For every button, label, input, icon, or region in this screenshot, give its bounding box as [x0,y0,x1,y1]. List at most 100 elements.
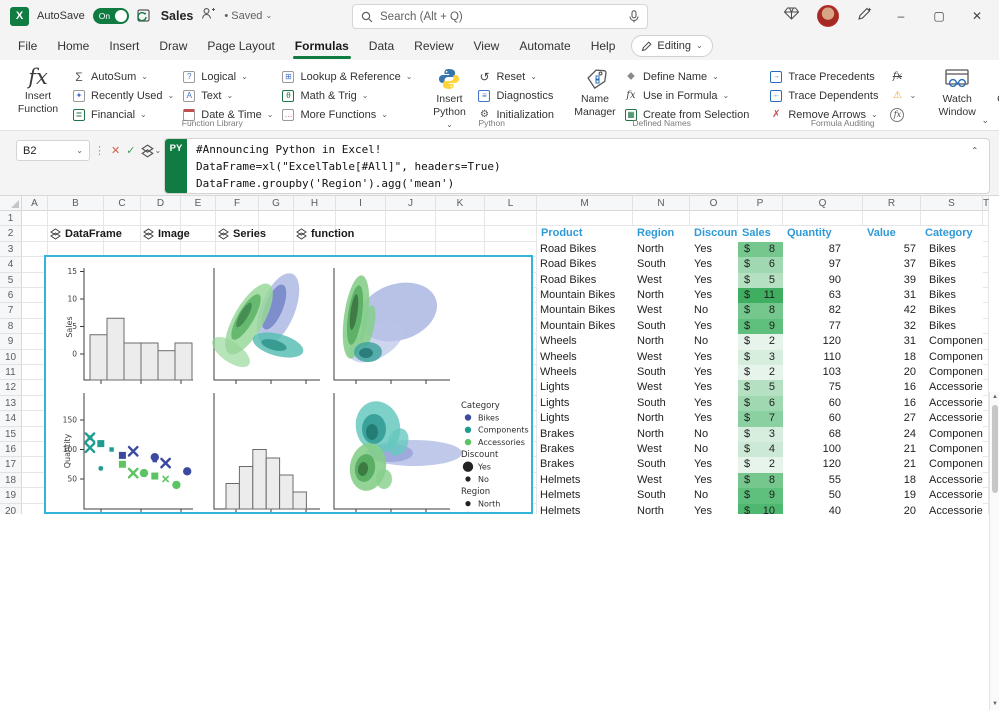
row-header-4[interactable]: 4 [0,257,22,272]
cell-R7[interactable]: 42 [863,303,921,318]
column-header-S[interactable]: S [921,196,983,211]
cell-N11[interactable]: South [633,365,690,380]
tab-automate[interactable]: Automate [509,34,580,58]
data-type-button[interactable]: ⌄ [141,144,161,158]
cell-N4[interactable]: South [633,257,690,272]
cell-O5[interactable]: Yes [690,273,738,288]
tab-draw[interactable]: Draw [149,34,197,58]
table-header-region[interactable]: Region [633,226,690,241]
collapse-formula-bar-chevron[interactable]: ⌄ [971,145,979,154]
row-header-11[interactable]: 11 [0,365,22,380]
cell-R18[interactable]: 18 [863,473,921,488]
cell-N7[interactable]: West [633,303,690,318]
trace-precedents-button[interactable]: →Trace Precedents [765,67,882,86]
cell-R10[interactable]: 18 [863,350,921,365]
cell-R5[interactable]: 39 [863,273,921,288]
cell-N5[interactable]: West [633,273,690,288]
cell-N12[interactable]: West [633,380,690,395]
cell-S19[interactable]: Accessories [921,488,983,503]
cell-P18[interactable]: $8 [738,473,783,488]
cell-P9[interactable]: $2 [738,334,783,349]
cell-R13[interactable]: 16 [863,396,921,411]
cell-S18[interactable]: Accessories [921,473,983,488]
cell-P17[interactable]: $2 [738,457,783,472]
tab-view[interactable]: View [464,34,510,58]
cell-M15[interactable]: Brakes [537,427,633,442]
cell-M5[interactable]: Road Bikes [537,273,633,288]
table-header-product[interactable]: Product [537,226,633,241]
cell-M12[interactable]: Lights [537,380,633,395]
cell-M4[interactable]: Road Bikes [537,257,633,272]
row-header-2[interactable]: 2 [0,226,22,241]
cell-M10[interactable]: Wheels [537,350,633,365]
column-header-B[interactable]: B [48,196,104,211]
table-header-discount[interactable]: Discount [690,226,738,241]
tab-home[interactable]: Home [47,34,99,58]
cell-N14[interactable]: North [633,411,690,426]
cell-chip-series[interactable]: Series [218,226,266,241]
column-header-E[interactable]: E [181,196,216,211]
tab-file[interactable]: File [8,34,47,58]
scrollbar-thumb[interactable] [992,405,998,493]
cell-S6[interactable]: Bikes [921,288,983,303]
cell-M20[interactable]: Helmets [537,504,633,514]
cell-N20[interactable]: North [633,504,690,514]
minimize-button[interactable]: – [891,9,911,23]
text-button[interactable]: AText⌄ [178,86,277,105]
table-header-category[interactable]: Category [921,226,983,241]
cell-S17[interactable]: Components [921,457,983,472]
lookup-reference-button[interactable]: ⊞Lookup & Reference⌄ [277,67,416,86]
insert-function-button[interactable]: fx Insert Function [11,64,65,116]
cell-P8[interactable]: $9 [738,319,783,334]
row-header-20[interactable]: 20 [0,504,22,514]
column-header-L[interactable]: L [485,196,537,211]
row-header-16[interactable]: 16 [0,442,22,457]
table-header-value[interactable]: Value [863,226,921,241]
row-header-17[interactable]: 17 [0,457,22,472]
cell-Q16[interactable]: 100 [783,442,863,457]
cell-M14[interactable]: Lights [537,411,633,426]
column-header-A[interactable]: A [22,196,48,211]
column-header-O[interactable]: O [690,196,738,211]
tab-page-layout[interactable]: Page Layout [197,34,284,58]
row-header-19[interactable]: 19 [0,488,22,503]
vertical-scrollbar[interactable]: ▲ ▼ [989,392,999,710]
cell-N3[interactable]: North [633,242,690,257]
cell-M18[interactable]: Helmets [537,473,633,488]
cell-P15[interactable]: $3 [738,427,783,442]
cell-O14[interactable]: Yes [690,411,738,426]
cell-N18[interactable]: West [633,473,690,488]
user-avatar[interactable] [817,5,839,27]
cell-S11[interactable]: Components [921,365,983,380]
name-manager-button[interactable]: Name Manager [570,64,620,119]
column-header-C[interactable]: C [104,196,141,211]
cell-P3[interactable]: $8 [738,242,783,257]
cell-O4[interactable]: Yes [690,257,738,272]
row-header-1[interactable]: 1 [0,211,22,226]
cell-P5[interactable]: $5 [738,273,783,288]
autosave-toggle[interactable]: On [93,8,129,24]
cell-S13[interactable]: Accessories [921,396,983,411]
close-button[interactable]: ✕ [967,9,987,23]
cell-N16[interactable]: West [633,442,690,457]
cell-S10[interactable]: Components [921,350,983,365]
cell-Q13[interactable]: 60 [783,396,863,411]
cell-S3[interactable]: Bikes [921,242,983,257]
cell-Q10[interactable]: 110 [783,350,863,365]
collapse-ribbon-chevron[interactable]: ⌄ [981,115,989,126]
cell-N15[interactable]: North [633,427,690,442]
premium-gem-icon[interactable] [784,7,799,25]
diagnostics-button[interactable]: ≡Diagnostics [473,86,557,105]
scroll-up-arrow[interactable]: ▲ [990,392,999,403]
column-header-K[interactable]: K [436,196,485,211]
column-header-R[interactable]: R [863,196,921,211]
name-box[interactable]: B2 ⌄ [16,140,90,161]
column-header-G[interactable]: G [259,196,294,211]
cell-Q19[interactable]: 50 [783,488,863,503]
cell-R17[interactable]: 21 [863,457,921,472]
cell-S8[interactable]: Bikes [921,319,983,334]
row-header-8[interactable]: 8 [0,319,22,334]
recently-used-button[interactable]: ✦Recently Used⌄ [68,86,178,105]
microphone-icon[interactable] [629,10,639,23]
cell-S16[interactable]: Components [921,442,983,457]
